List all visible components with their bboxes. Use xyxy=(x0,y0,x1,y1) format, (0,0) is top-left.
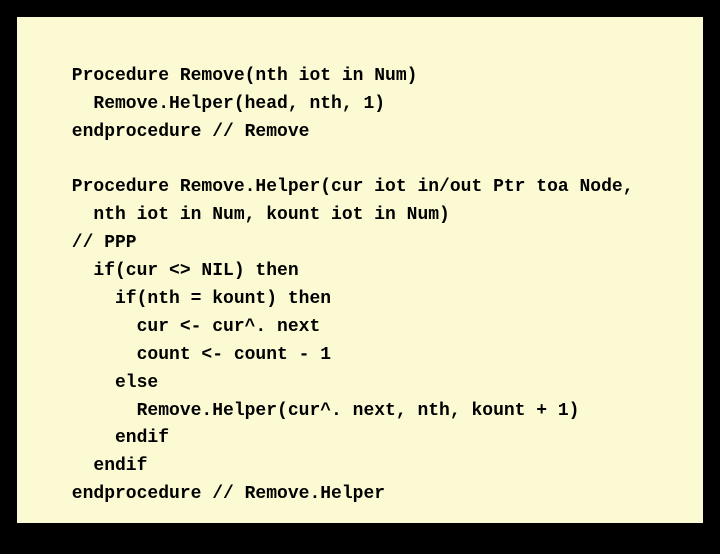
code-line: endprocedure // Remove xyxy=(61,122,309,142)
code-line: endif xyxy=(61,456,147,476)
code-line: Remove.Helper(head, nth, 1) xyxy=(61,94,385,114)
code-line: Remove.Helper(cur^. next, nth, kount + 1… xyxy=(61,401,579,421)
code-line: Procedure Remove(nth iot in Num) xyxy=(61,66,417,86)
code-line: if(nth = kount) then xyxy=(61,289,331,309)
code-panel: Procedure Remove(nth iot in Num) Remove.… xyxy=(14,14,706,526)
code-line: if(cur <> NIL) then xyxy=(61,261,299,281)
code-line: count <- count - 1 xyxy=(61,345,331,365)
code-line: // PPP xyxy=(61,233,137,253)
code-line: else xyxy=(61,373,158,393)
code-line: endprocedure // Remove.Helper xyxy=(61,484,385,504)
code-line: endif xyxy=(61,428,169,448)
code-line: Procedure Remove.Helper(cur iot in/out P… xyxy=(61,177,634,197)
code-line: nth iot in Num, kount iot in Num) xyxy=(61,205,450,225)
code-line: cur <- cur^. next xyxy=(61,317,320,337)
